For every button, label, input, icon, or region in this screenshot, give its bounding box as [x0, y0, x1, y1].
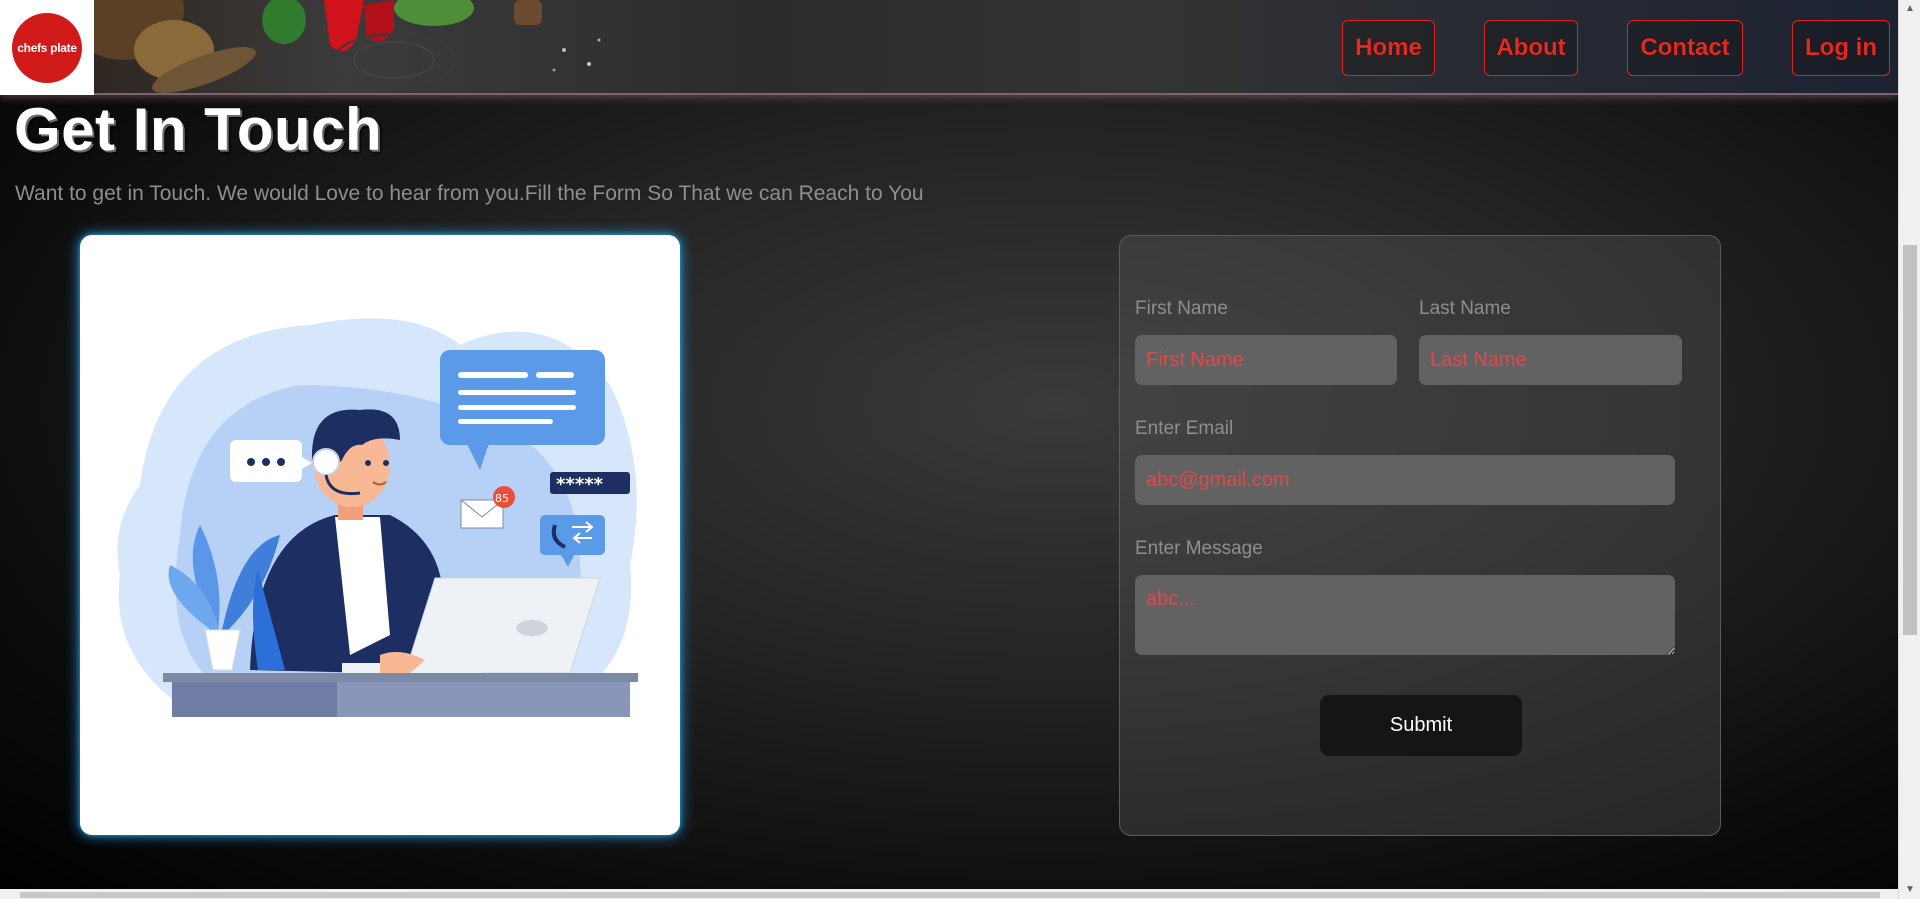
- email-label: Enter Email: [1135, 418, 1234, 439]
- chevron-up-icon[interactable]: ▲: [1905, 4, 1915, 14]
- message-label: Enter Message: [1135, 538, 1263, 559]
- nav-home-button[interactable]: Home: [1342, 20, 1435, 76]
- nav-home-label: Home: [1355, 34, 1422, 61]
- message-field[interactable]: [1135, 575, 1675, 655]
- contact-form: First Name Last Name Enter Email Enter M…: [1119, 235, 1721, 836]
- nav-login-button[interactable]: Log in: [1792, 20, 1890, 76]
- logo-text: chefs plate: [17, 40, 77, 55]
- submit-button[interactable]: Submit: [1320, 695, 1522, 756]
- nav-contact-label: Contact: [1640, 34, 1730, 61]
- support-agent-illustration: ***** 85: [117, 318, 638, 717]
- last-name-label: Last Name: [1419, 298, 1511, 319]
- site-header: chefs plate Home About Contact Log in: [0, 0, 1898, 95]
- logo[interactable]: chefs plate: [0, 0, 94, 95]
- first-name-field[interactable]: [1135, 335, 1397, 385]
- vertical-scrollbar-thumb[interactable]: [1903, 245, 1917, 635]
- header-food-image: [94, 0, 614, 95]
- logo-icon: chefs plate: [12, 12, 82, 83]
- password-mask-text: *****: [556, 474, 604, 495]
- chevron-down-icon[interactable]: ▼: [1905, 885, 1915, 895]
- first-name-label: First Name: [1135, 298, 1228, 319]
- vertical-scrollbar[interactable]: ▲ ▼: [1898, 0, 1920, 899]
- nav-about-button[interactable]: About: [1484, 20, 1578, 76]
- support-illustration-card: ***** 85: [80, 235, 680, 835]
- nav-contact-button[interactable]: Contact: [1627, 20, 1743, 76]
- horizontal-scrollbar[interactable]: [0, 889, 1898, 899]
- email-field[interactable]: [1135, 455, 1675, 505]
- nav-about-label: About: [1496, 34, 1566, 61]
- nav-login-label: Log in: [1805, 34, 1877, 61]
- page-title: Get In Touch: [14, 96, 383, 163]
- notification-badge: 85: [495, 492, 509, 505]
- horizontal-scrollbar-thumb[interactable]: [20, 892, 1880, 898]
- last-name-field[interactable]: [1419, 335, 1682, 385]
- page-subtitle: Want to get in Touch. We would Love to h…: [15, 182, 924, 205]
